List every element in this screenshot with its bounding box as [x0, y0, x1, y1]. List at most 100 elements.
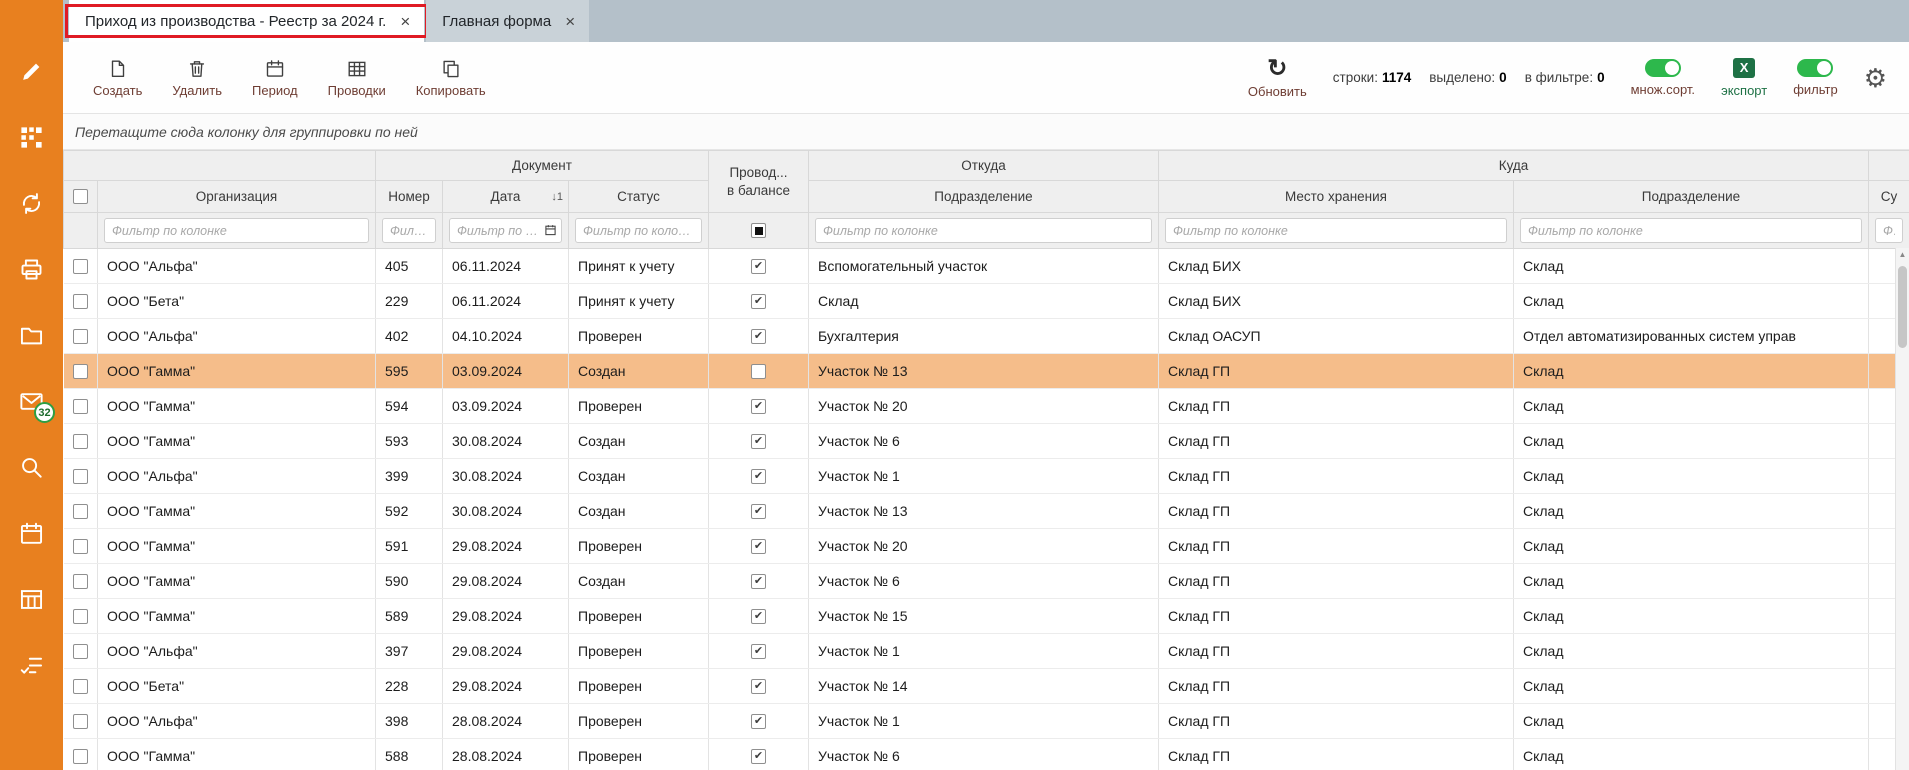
column-header-date[interactable]: Дата ↓1 [443, 181, 569, 213]
row-checkbox[interactable] [73, 399, 88, 414]
cell-date: 29.08.2024 [443, 634, 569, 669]
column-header-posted[interactable]: Провод... в балансе [709, 151, 809, 213]
row-checkbox[interactable] [73, 749, 88, 764]
posted-checkbox[interactable]: ✔ [751, 399, 766, 414]
table-row[interactable]: ООО "Гамма"59129.08.2024Проверен✔Участок… [64, 529, 1909, 564]
table-row[interactable]: ООО "Гамма"59403.09.2024Проверен✔Участок… [64, 389, 1909, 424]
refresh-button[interactable]: ↻ Обновить [1248, 57, 1307, 99]
table-row[interactable]: ООО "Бета"22829.08.2024Проверен✔Участок … [64, 669, 1909, 704]
tab-registry[interactable]: Приход из производства - Реестр за 2024 … [69, 0, 424, 42]
row-checkbox[interactable] [73, 574, 88, 589]
group-by-bar[interactable]: Перетащите сюда колонку для группировки … [63, 114, 1909, 150]
row-checkbox[interactable] [73, 609, 88, 624]
export-button[interactable]: X экспорт [1721, 58, 1767, 98]
edit-icon[interactable] [18, 58, 45, 85]
cell-organization: ООО "Бета" [98, 284, 376, 319]
gear-icon[interactable]: ⚙ [1864, 65, 1887, 91]
column-header-storage[interactable]: Место хранения [1159, 181, 1514, 213]
table-row[interactable]: ООО "Альфа"40506.11.2024Принят к учету✔В… [64, 249, 1909, 284]
posted-filter-checkbox[interactable] [751, 223, 766, 238]
filter-toggle[interactable] [1797, 59, 1833, 77]
table-row[interactable]: ООО "Альфа"39729.08.2024Проверен✔Участок… [64, 634, 1909, 669]
scroll-up-button[interactable]: ▲ [1896, 250, 1909, 259]
row-checkbox[interactable] [73, 539, 88, 554]
sync-icon[interactable] [18, 190, 45, 217]
table-icon[interactable] [18, 586, 45, 613]
multisort-toggle-group[interactable]: множ.сорт. [1631, 59, 1695, 97]
close-icon[interactable]: × [565, 13, 575, 30]
table-row[interactable]: ООО "Гамма"59029.08.2024Создан✔Участок №… [64, 564, 1909, 599]
select-all-checkbox[interactable] [73, 189, 88, 204]
table-row[interactable]: ООО "Гамма"59330.08.2024Создан✔Участок №… [64, 424, 1909, 459]
posted-checkbox[interactable]: ✔ [751, 469, 766, 484]
column-header-organization[interactable]: Организация [98, 181, 376, 213]
multisort-toggle[interactable] [1645, 59, 1681, 77]
printer-icon[interactable] [18, 256, 45, 283]
filter-input-to-department[interactable] [1520, 218, 1862, 243]
filter-input-status[interactable] [575, 218, 702, 243]
folder-icon[interactable] [18, 322, 45, 349]
close-icon[interactable]: × [400, 13, 410, 30]
posted-checkbox[interactable]: ✔ [751, 609, 766, 624]
filter-input-number[interactable] [382, 218, 436, 243]
posted-checkbox[interactable]: ✔ [751, 574, 766, 589]
posted-checkbox[interactable]: ✔ [751, 749, 766, 764]
tab-main-form[interactable]: Главная форма × [426, 0, 589, 42]
tasks-checklist-icon[interactable] [18, 652, 45, 679]
filter-toggle-group[interactable]: фильтр [1793, 59, 1837, 97]
table-row[interactable]: ООО "Бета"22906.11.2024Принят к учету✔Ск… [64, 284, 1909, 319]
period-button[interactable]: Период [252, 58, 298, 98]
cell-status: Проверен [569, 739, 709, 770]
table-row[interactable]: ООО "Альфа"40204.10.2024Проверен✔Бухгалт… [64, 319, 1909, 354]
search-icon[interactable] [18, 454, 45, 481]
export-label: экспорт [1721, 83, 1767, 98]
date-picker-icon[interactable] [544, 224, 557, 237]
filter-input-storage[interactable] [1165, 218, 1507, 243]
column-header-sum[interactable]: Су [1869, 181, 1909, 213]
table-row[interactable]: ООО "Гамма"59230.08.2024Создан✔Участок №… [64, 494, 1909, 529]
posted-checkbox[interactable]: ✔ [751, 294, 766, 309]
cell-storage: Склад БИХ [1159, 284, 1514, 319]
filter-input-sum[interactable] [1875, 218, 1903, 243]
row-checkbox[interactable] [73, 469, 88, 484]
posted-checkbox[interactable]: ✔ [751, 329, 766, 344]
posted-checkbox[interactable]: ✔ [751, 714, 766, 729]
row-checkbox[interactable] [73, 714, 88, 729]
posted-checkbox[interactable]: ✔ [751, 259, 766, 274]
row-checkbox[interactable] [73, 294, 88, 309]
row-checkbox[interactable] [73, 644, 88, 659]
row-checkbox[interactable] [73, 329, 88, 344]
delete-button[interactable]: Удалить [172, 58, 222, 98]
table-row[interactable]: ООО "Гамма"59503.09.2024СозданУчасток № … [64, 354, 1909, 389]
table-row[interactable]: ООО "Альфа"39930.08.2024Создан✔Участок №… [64, 459, 1909, 494]
vertical-scrollbar[interactable]: ▲ [1895, 248, 1909, 770]
table-row[interactable]: ООО "Гамма"58828.08.2024Проверен✔Участок… [64, 739, 1909, 770]
filter-input-organization[interactable] [104, 218, 369, 243]
postings-button[interactable]: Проводки [328, 58, 386, 98]
mail-icon[interactable]: 32 [18, 388, 45, 415]
table-row[interactable]: ООО "Гамма"58929.08.2024Проверен✔Участок… [64, 599, 1909, 634]
filter-input-from-department[interactable] [815, 218, 1152, 243]
modules-grid-icon[interactable] [18, 124, 45, 151]
posted-checkbox[interactable]: ✔ [751, 434, 766, 449]
copy-button[interactable]: Копировать [416, 58, 486, 98]
posted-checkbox[interactable]: ✔ [751, 644, 766, 659]
row-checkbox[interactable] [73, 504, 88, 519]
column-header-status[interactable]: Статус [569, 181, 709, 213]
posted-checkbox[interactable] [751, 364, 766, 379]
row-checkbox[interactable] [73, 679, 88, 694]
posted-checkbox[interactable]: ✔ [751, 504, 766, 519]
posted-checkbox[interactable]: ✔ [751, 679, 766, 694]
column-header-from-department[interactable]: Подразделение [809, 181, 1159, 213]
table-row[interactable]: ООО "Альфа"39828.08.2024Проверен✔Участок… [64, 704, 1909, 739]
posted-checkbox[interactable]: ✔ [751, 539, 766, 554]
column-header-number[interactable]: Номер [376, 181, 443, 213]
scrollbar-thumb[interactable] [1898, 266, 1907, 348]
row-checkbox[interactable] [73, 259, 88, 274]
create-button[interactable]: Создать [93, 58, 142, 98]
row-checkbox[interactable] [73, 364, 88, 379]
sort-indicator: ↓1 [551, 191, 563, 203]
calendar-icon[interactable] [18, 520, 45, 547]
row-checkbox[interactable] [73, 434, 88, 449]
column-header-to-department[interactable]: Подразделение [1514, 181, 1869, 213]
